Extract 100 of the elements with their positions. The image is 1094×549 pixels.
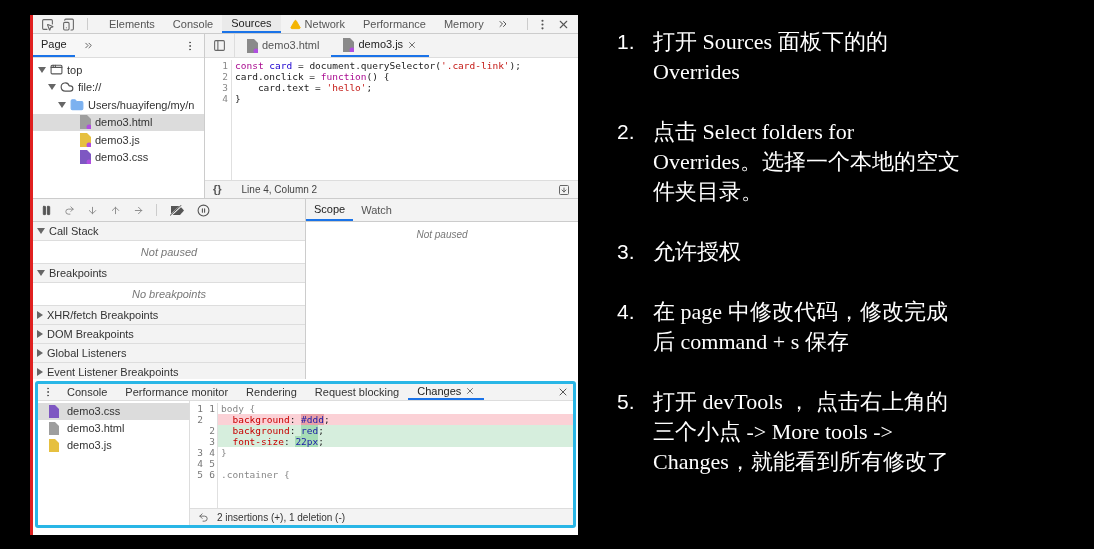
toggle-sidebar-icon[interactable] xyxy=(213,39,226,52)
diff-line: .container { xyxy=(220,469,291,480)
changed-file[interactable]: demo3.html xyxy=(38,420,189,437)
line-number: 4 xyxy=(208,447,215,458)
device-icon[interactable] xyxy=(62,17,75,31)
tree-label: file:// xyxy=(78,80,102,95)
close-icon[interactable] xyxy=(407,39,418,50)
step-text: 在 page 中修改代码，修改完成 后 command + s 保存 xyxy=(653,298,948,356)
tree-item[interactable]: file:// xyxy=(33,78,204,96)
line-number: 2 xyxy=(208,425,215,436)
warning-icon xyxy=(289,18,301,30)
tree-label: demo3.html xyxy=(95,115,153,130)
panel-tab[interactable]: Elements xyxy=(100,15,164,33)
line-number: 3 xyxy=(221,82,228,93)
step-icon[interactable] xyxy=(133,204,144,216)
section-header[interactable]: XHR/fetch Breakpoints xyxy=(33,306,305,325)
code-line: const card = document.querySelector('.card-link'); xyxy=(235,60,522,71)
tree-item[interactable]: demo3.css xyxy=(33,148,204,166)
step-number: 3. xyxy=(617,239,636,265)
close-icon[interactable] xyxy=(557,386,569,398)
line-number: 3 xyxy=(196,447,203,458)
tree-item[interactable]: demo3.js xyxy=(33,131,204,149)
pause-on-exceptions-icon[interactable] xyxy=(197,203,210,217)
step-number: 4. xyxy=(617,299,636,325)
toggle-drawer-icon[interactable] xyxy=(558,183,570,196)
step-number: 1. xyxy=(617,29,636,55)
line-number: 2 xyxy=(196,414,203,425)
step-number: 2. xyxy=(617,119,636,145)
editor-tab[interactable]: demo3.js xyxy=(331,34,430,57)
collapse-triangle-icon[interactable] xyxy=(37,330,43,338)
diff-line: body { xyxy=(220,403,257,414)
expand-triangle-icon[interactable] xyxy=(48,84,56,91)
panel-tab[interactable]: Network xyxy=(280,15,354,33)
cursor-position: Line 4, Column 2 xyxy=(240,183,318,197)
drawer-tab[interactable]: Changes xyxy=(408,384,485,400)
frame-icon xyxy=(50,63,63,77)
step-out-icon[interactable] xyxy=(110,204,121,216)
panel-tab[interactable]: Memory xyxy=(434,15,493,33)
file-icon xyxy=(343,37,355,52)
step-text: 点击 Select folders for Overrides。选择一个本地的空文 件夹目录。 xyxy=(653,118,960,206)
drawer-tab[interactable]: Request blocking xyxy=(305,384,409,400)
expand-triangle-icon[interactable] xyxy=(37,228,45,234)
pretty-print-button[interactable]: {} xyxy=(205,181,230,198)
collapse-triangle-icon[interactable] xyxy=(37,311,43,319)
line-number: 6 xyxy=(208,469,215,480)
panel-tab[interactable]: Console xyxy=(163,15,223,33)
step-text: 允许授权 xyxy=(653,238,741,266)
tree-label: Users/huayifeng/my/n xyxy=(88,97,195,113)
panel-tab[interactable]: Sources xyxy=(222,15,281,33)
file-icon xyxy=(247,38,258,53)
line-number: 4 xyxy=(196,458,203,469)
editor-tab[interactable]: demo3.html xyxy=(235,34,332,57)
step-text: 打开 Sources 面板下的的 Overrides xyxy=(653,28,888,86)
code-line: card.onclick = function() { xyxy=(235,71,391,82)
line-number: 1 xyxy=(221,60,228,71)
line-number: 5 xyxy=(208,458,215,469)
changed-file[interactable]: demo3.css xyxy=(38,403,189,420)
sidebar-tab[interactable]: Scope xyxy=(306,199,354,221)
step-number: 5. xyxy=(617,389,636,415)
section-header[interactable]: Global Listeners xyxy=(33,344,305,363)
line-number: 2 xyxy=(221,71,228,82)
change-summary: 2 insertions (+), 1 deletion (-) xyxy=(217,510,346,525)
cloud-icon xyxy=(60,80,74,95)
empty-message: No breakpoints xyxy=(132,286,206,302)
diff-line: } xyxy=(220,447,228,458)
line-number: 1 xyxy=(196,403,203,414)
deactivate-breakpoints-icon[interactable] xyxy=(169,204,185,216)
pause-icon[interactable] xyxy=(41,204,52,216)
line-number: 3 xyxy=(208,436,215,447)
drawer-tab[interactable]: Console xyxy=(58,384,117,400)
section-header[interactable]: DOM Breakpoints xyxy=(33,325,305,344)
tree-label: demo3.js xyxy=(95,132,140,148)
drawer-tab[interactable]: Rendering xyxy=(237,384,306,400)
revert-icon[interactable] xyxy=(198,511,209,523)
expand-triangle-icon[interactable] xyxy=(37,270,45,276)
sidebar-tab[interactable]: Watch xyxy=(353,199,400,221)
close-icon[interactable] xyxy=(465,386,476,396)
drawer-tab[interactable]: Performance monitor xyxy=(116,384,238,400)
line-number: 4 xyxy=(221,93,228,104)
inspect-icon[interactable] xyxy=(41,17,54,31)
tree-label: demo3.css xyxy=(95,150,149,165)
code-line: card.text = 'hello'; xyxy=(256,82,374,93)
more-tabs-icon[interactable] xyxy=(496,18,509,30)
line-number: 5 xyxy=(196,469,203,480)
tree-label: top xyxy=(67,62,83,78)
empty-message: Not paused xyxy=(140,244,198,260)
folder-icon xyxy=(70,97,84,112)
step-text: 打开 devTools ， 点击右上角的 三个小点 -> More tools -> Changes，就能看到所有修改了 xyxy=(653,388,949,476)
panel-tab[interactable]: Performance xyxy=(353,15,435,33)
step-into-icon[interactable] xyxy=(87,204,98,216)
code-line: } xyxy=(235,93,242,104)
collapse-triangle-icon[interactable] xyxy=(37,349,43,357)
changed-file[interactable]: demo3.js xyxy=(38,437,189,454)
line-number: 1 xyxy=(208,403,215,414)
expand-triangle-icon[interactable] xyxy=(38,66,46,73)
tree-item[interactable]: top xyxy=(33,61,204,79)
tree-item[interactable]: Users/huayifeng/my/n xyxy=(33,96,204,114)
tree-item[interactable]: demo3.html xyxy=(33,113,204,131)
empty-message: Not paused xyxy=(416,228,468,242)
more-tabs-icon[interactable] xyxy=(82,40,94,51)
